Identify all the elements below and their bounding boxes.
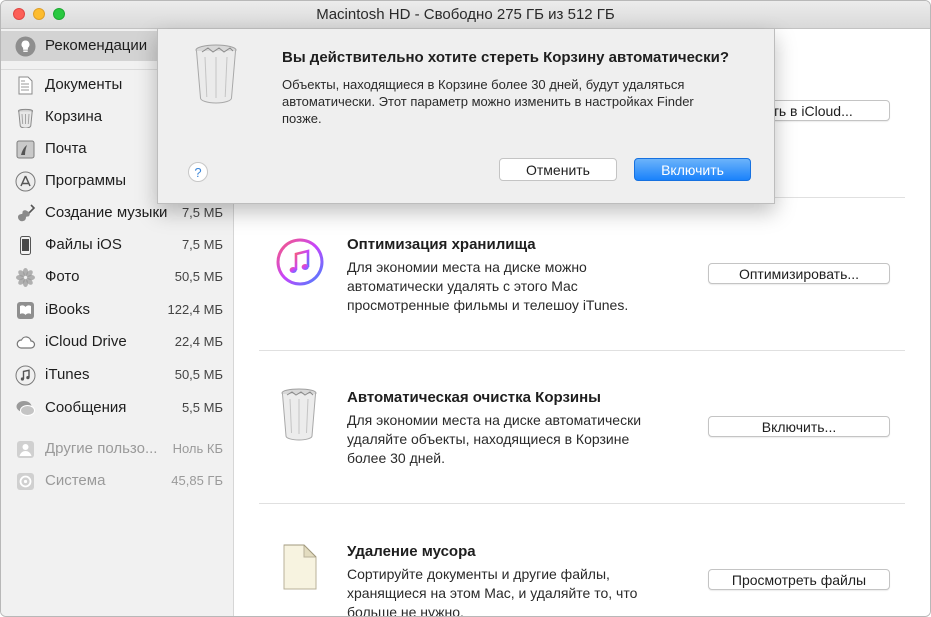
review-files-button[interactable]: Просмотреть файлы: [708, 569, 890, 590]
sidebar-item-label: iTunes: [45, 366, 90, 383]
dialog-title: Вы действительно хотите стереть Корзину …: [282, 49, 730, 66]
sidebar-item-size: 50,5 МБ: [174, 367, 223, 382]
sidebar-item-size: 50,5 МБ: [174, 269, 223, 284]
user-icon: [17, 441, 34, 458]
sidebar-item-label: Файлы iOS: [45, 236, 122, 253]
sidebar-item-label: Рекомендации: [45, 37, 148, 54]
music-note-icon: [15, 365, 36, 386]
section-title: Оптимизация хранилища: [347, 236, 536, 253]
sidebar-item-label: Программы: [45, 172, 127, 189]
section-title: Автоматическая очистка Корзины: [347, 389, 601, 406]
sidebar-item-size: Ноль КБ: [172, 441, 223, 456]
sidebar-item-other-users[interactable]: Другие пользо... Ноль КБ: [1, 434, 233, 464]
lightbulb-icon: [15, 36, 36, 57]
enable-auto-empty-button[interactable]: Включить...: [708, 416, 890, 437]
cloud-icon: [16, 336, 36, 349]
sidebar-item-label: Почта: [45, 140, 87, 157]
sidebar-item-ibooks[interactable]: iBooks 122,4 МБ: [1, 295, 233, 325]
section-description: Для экономии места на диске можно автома…: [347, 259, 629, 313]
sidebar-item-size: 5,5 МБ: [181, 400, 223, 415]
dialog-message: Объекты, находящиеся в Корзине более 30 …: [282, 77, 694, 126]
storage-management-window: Macintosh HD - Свободно 275 ГБ из 512 ГБ…: [0, 0, 931, 617]
mail-icon: [16, 140, 35, 159]
itunes-icon: [276, 238, 324, 286]
document-icon: [283, 544, 317, 590]
trash-icon: [281, 388, 317, 441]
messages-icon: [16, 401, 35, 416]
sidebar-item-messages[interactable]: Сообщения 5,5 МБ: [1, 393, 233, 423]
section-divider: [259, 503, 905, 504]
section-description: Сортируйте документы и другие файлы, хра…: [347, 566, 638, 617]
photos-icon: [16, 268, 35, 287]
book-icon: [17, 302, 34, 319]
iphone-icon: [20, 236, 31, 255]
confirm-auto-empty-sheet: Вы действительно хотите стереть Корзину …: [157, 29, 775, 204]
enable-button[interactable]: Включить: [634, 158, 751, 181]
sidebar-item-label: Система: [45, 472, 106, 489]
sidebar-item-size: 7,5 МБ: [181, 205, 223, 220]
document-icon: [18, 76, 33, 95]
sidebar-item-label: iBooks: [45, 301, 91, 318]
sidebar-item-size: 22,4 МБ: [174, 334, 223, 349]
sidebar-item-label: Сообщения: [45, 399, 127, 416]
app-store-icon: [15, 171, 36, 192]
sidebar-item-ios-files[interactable]: Файлы iOS 7,5 МБ: [1, 230, 233, 260]
section-description: Для экономии места на диске автоматическ…: [347, 412, 642, 466]
cancel-button[interactable]: Отменить: [499, 158, 617, 181]
optimize-button[interactable]: Оптимизировать...: [708, 263, 890, 284]
sidebar-item-label: Создание музыки: [45, 204, 168, 221]
sidebar-item-size: 45,85 ГБ: [171, 473, 223, 488]
sidebar-item-system[interactable]: Система 45,85 ГБ: [1, 466, 233, 496]
trash-icon: [195, 44, 237, 104]
help-button[interactable]: ?: [188, 162, 208, 182]
section-title: Удаление мусора: [347, 543, 476, 560]
sidebar-item-label: Другие пользо...: [45, 440, 158, 457]
sidebar-item-label: Корзина: [45, 108, 103, 125]
sidebar-item-icloud-drive[interactable]: iCloud Drive 22,4 МБ: [1, 327, 233, 357]
section-divider: [259, 350, 905, 351]
sidebar-item-label: Документы: [45, 76, 123, 93]
sidebar-item-label: iCloud Drive: [45, 333, 127, 350]
sidebar-item-photos[interactable]: Фото 50,5 МБ: [1, 262, 233, 292]
sidebar-item-size: 7,5 МБ: [181, 237, 223, 252]
sidebar-item-label: Фото: [45, 268, 80, 285]
guitar-icon: [18, 204, 36, 222]
sidebar-item-size: 122,4 МБ: [167, 302, 223, 317]
title-bar: Macintosh HD - Свободно 275 ГБ из 512 ГБ: [1, 1, 930, 29]
trash-icon: [18, 108, 33, 128]
sidebar-item-itunes[interactable]: iTunes 50,5 МБ: [1, 360, 233, 390]
window-title: Macintosh HD - Свободно 275 ГБ из 512 ГБ: [316, 6, 615, 23]
system-icon: [17, 473, 34, 490]
